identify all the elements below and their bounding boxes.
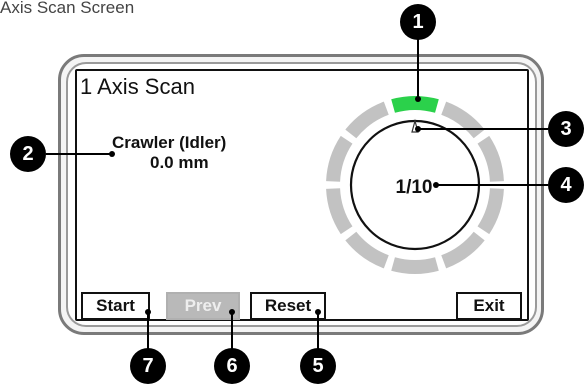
document-title: Axis Scan Screen <box>0 0 135 17</box>
callout-1: 1 <box>400 4 436 40</box>
exit-button[interactable]: Exit <box>456 292 522 320</box>
callout-4: 4 <box>548 167 584 203</box>
prev-button[interactable]: Prev <box>166 292 240 320</box>
callout-2: 2 <box>10 136 46 172</box>
axis-status-label: Crawler (Idler) <box>112 133 227 152</box>
screen-title: 1 Axis Scan <box>80 74 195 99</box>
callout-5: 5 <box>300 348 336 384</box>
progress-segment-active <box>391 96 439 113</box>
progress-segment <box>477 135 504 183</box>
callout-6: 6 <box>214 348 250 384</box>
callout-7: 7 <box>130 348 166 384</box>
callout-3: 3 <box>548 111 584 147</box>
reset-button[interactable]: Reset <box>250 292 326 320</box>
axis-status-value: 0.0 mm <box>150 153 209 172</box>
progress-segment <box>326 187 353 235</box>
progress-segment <box>326 135 353 183</box>
start-button[interactable]: Start <box>81 292 150 320</box>
progress-segment <box>477 187 504 235</box>
progress-count: 1/10 <box>395 177 433 198</box>
progress-segment <box>391 257 439 274</box>
